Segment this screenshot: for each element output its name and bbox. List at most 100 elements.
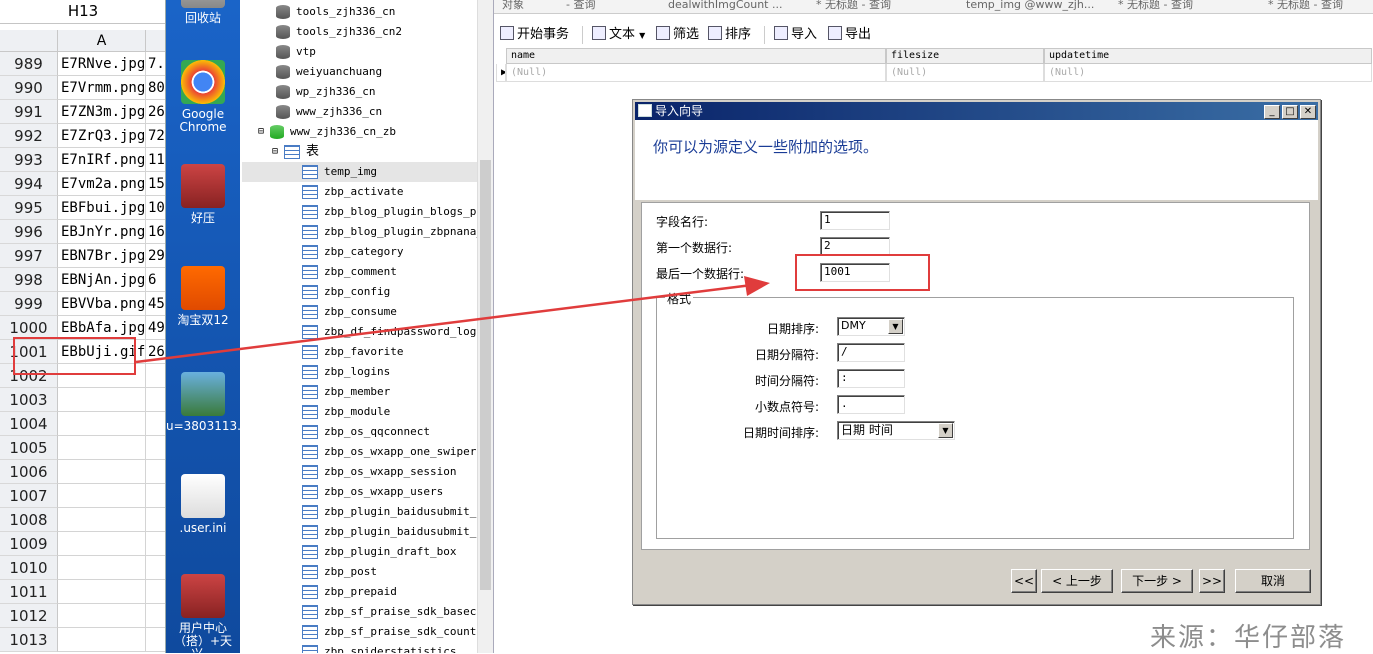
row-number[interactable]: 1004	[0, 412, 58, 436]
cancel-button[interactable]: 取消	[1235, 569, 1311, 593]
grid-header-filesize[interactable]: filesize	[886, 48, 1044, 64]
tree-table[interactable]: zbp_comment	[302, 262, 397, 282]
table-row[interactable]: 991 E7ZN3m.jpg 26	[0, 100, 165, 124]
cell-a[interactable]	[58, 484, 146, 508]
select-all-corner[interactable]	[0, 30, 58, 52]
cell-b[interactable]: 16	[146, 220, 165, 244]
desktop-icon[interactable]: 好压	[166, 164, 240, 225]
tab[interactable]: * 无标题 - 查询	[816, 0, 891, 13]
row-number[interactable]: 997	[0, 244, 58, 268]
table-row[interactable]: 1006	[0, 460, 165, 484]
tree-table[interactable]: zbp_logins	[302, 362, 390, 382]
tree-scroll-thumb[interactable]	[480, 160, 491, 590]
table-row[interactable]: 1012	[0, 604, 165, 628]
tab[interactable]: * 无标题 - 查询	[1118, 0, 1193, 13]
grid-cell-updatetime[interactable]: (Null)	[1044, 64, 1372, 82]
cell-a[interactable]: E7ZN3m.jpg	[58, 100, 146, 124]
tree-table[interactable]: zbp_prepaid	[302, 582, 397, 602]
cell-a[interactable]: E7nIRf.png	[58, 148, 146, 172]
row-number[interactable]: 990	[0, 76, 58, 100]
table-row[interactable]: 1009	[0, 532, 165, 556]
export-button[interactable]: 导出	[828, 25, 871, 45]
cell-a[interactable]	[58, 556, 146, 580]
tree-table[interactable]: zbp_activate	[302, 182, 403, 202]
import-button[interactable]: 导入	[774, 25, 817, 45]
cell-b[interactable]: 26	[146, 340, 165, 364]
tree-database[interactable]: tools_zjh336_cn	[276, 2, 395, 22]
table-row[interactable]: 1010	[0, 556, 165, 580]
grid-cell-filesize[interactable]: (Null)	[886, 64, 1044, 82]
cell-b[interactable]: 80	[146, 76, 165, 100]
table-row[interactable]: 995 EBFbui.jpg 10	[0, 196, 165, 220]
tree-table[interactable]: zbp_spiderstatistics	[302, 642, 456, 653]
row-number[interactable]: 1006	[0, 460, 58, 484]
tab[interactable]: * 无标题 - 查询	[1268, 0, 1343, 13]
cell-a[interactable]: E7vm2a.png	[58, 172, 146, 196]
cell-a[interactable]: EBVVba.png	[58, 292, 146, 316]
table-row[interactable]: 1013	[0, 628, 165, 652]
tree-table[interactable]: zbp_config	[302, 282, 390, 302]
field-row-input[interactable]: 1	[820, 211, 890, 230]
tree-table[interactable]: zbp_consume	[302, 302, 397, 322]
time-separator-input[interactable]: :	[837, 369, 905, 388]
desktop-icon[interactable]: 淘宝双12	[166, 266, 240, 327]
tree-table[interactable]: temp_img	[242, 162, 478, 182]
datetime-order-select[interactable]: 日期 时间 ▼	[837, 421, 955, 440]
grid-cell-name[interactable]: (Null)	[506, 64, 886, 82]
table-row[interactable]: 992 E7ZrQ3.jpg 72	[0, 124, 165, 148]
collapse-icon[interactable]: ⊟	[272, 142, 278, 162]
cell-b[interactable]	[146, 556, 165, 580]
cell-b[interactable]	[146, 484, 165, 508]
row-number[interactable]: 994	[0, 172, 58, 196]
cell-a[interactable]	[58, 580, 146, 604]
tree-table[interactable]: zbp_plugin_baidusubmit_ur	[302, 522, 490, 542]
cell-b[interactable]	[146, 388, 165, 412]
tree-table[interactable]: zbp_sf_praise_sdk_basecou	[302, 602, 490, 622]
decimal-symbol-input[interactable]: .	[837, 395, 905, 414]
tree-database[interactable]: tools_zjh336_cn2	[276, 22, 402, 42]
tree-table[interactable]: zbp_os_wxapp_session	[302, 462, 456, 482]
table-row[interactable]: 1011	[0, 580, 165, 604]
tree-database[interactable]: wp_zjh336_cn	[276, 82, 375, 102]
row-number[interactable]: 1012	[0, 604, 58, 628]
previous-button[interactable]: < 上一步	[1041, 569, 1113, 593]
minimize-button[interactable]: _	[1264, 105, 1280, 119]
cell-a[interactable]: E7Vrmm.png	[58, 76, 146, 100]
maximize-button[interactable]: □	[1282, 105, 1298, 119]
next-button[interactable]: 下一步 >	[1121, 569, 1193, 593]
row-number[interactable]: 993	[0, 148, 58, 172]
cell-a[interactable]: EBNjAn.jpg	[58, 268, 146, 292]
cell-b[interactable]: 15	[146, 172, 165, 196]
row-number[interactable]: 1011	[0, 580, 58, 604]
last-page-button[interactable]: >>	[1199, 569, 1225, 593]
tree-table[interactable]: zbp_blog_plugin_blogs_pri	[302, 202, 490, 222]
row-number[interactable]: 989	[0, 52, 58, 76]
begin-transaction-button[interactable]: 开始事务	[500, 25, 569, 45]
table-row[interactable]: 997 EBN7Br.jpg 29	[0, 244, 165, 268]
cell-b[interactable]	[146, 364, 165, 388]
tree-table[interactable]: zbp_df_findpassword_log	[302, 322, 476, 342]
filter-button[interactable]: 筛选	[656, 25, 699, 45]
row-number[interactable]: 1008	[0, 508, 58, 532]
cell-a[interactable]	[58, 436, 146, 460]
tree-tables-node[interactable]: ⊟ 表	[272, 142, 319, 162]
cell-b[interactable]: 29	[146, 244, 165, 268]
first-page-button[interactable]: <<	[1011, 569, 1037, 593]
cell-a[interactable]: EBN7Br.jpg	[58, 244, 146, 268]
text-button[interactable]: 文本 ▼	[592, 25, 645, 45]
cell-b[interactable]	[146, 532, 165, 556]
close-button[interactable]: ✕	[1300, 105, 1316, 119]
tree-table[interactable]: zbp_category	[302, 242, 403, 262]
row-number[interactable]: 1009	[0, 532, 58, 556]
cell-b[interactable]: 49	[146, 316, 165, 340]
cell-b[interactable]: 10	[146, 196, 165, 220]
desktop-icon[interactable]: u=3803113...	[166, 372, 240, 433]
tree-table[interactable]: zbp_plugin_baidusubmit_si	[302, 502, 490, 522]
date-separator-input[interactable]: /	[837, 343, 905, 362]
cell-a[interactable]	[58, 604, 146, 628]
row-number[interactable]: 991	[0, 100, 58, 124]
row-number[interactable]: 998	[0, 268, 58, 292]
cell-a[interactable]: EBFbui.jpg	[58, 196, 146, 220]
tab[interactable]: temp_img @www_zjh...	[966, 0, 1094, 13]
cell-a[interactable]	[58, 412, 146, 436]
